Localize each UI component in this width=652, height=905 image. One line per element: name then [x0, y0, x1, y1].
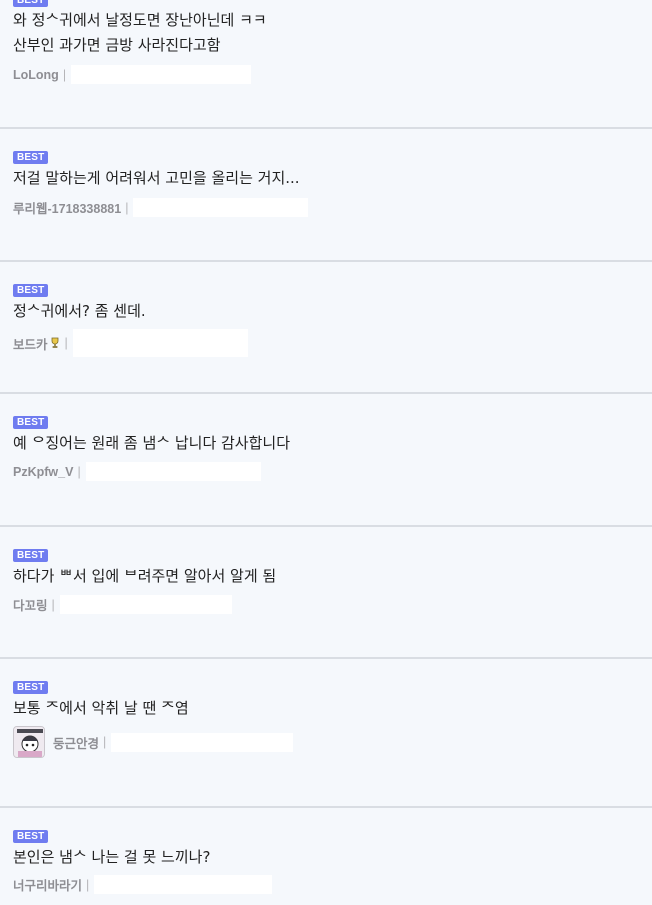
comment-meta: 둥근안경 |: [13, 726, 294, 758]
meta-separator: |: [86, 877, 90, 892]
comment-meta: 너구리바라기 |: [13, 875, 273, 894]
best-badge: BEST: [13, 681, 49, 694]
author-name[interactable]: 너구리바라기: [13, 875, 82, 894]
divider: [0, 806, 652, 808]
meta-separator: |: [77, 464, 81, 479]
comment-text: 와 정ᄉ귀에서 날정도면 장난아닌데 ㅋㅋ: [13, 11, 267, 29]
trophy-icon: [49, 337, 61, 349]
comment-text: 본인은 냄ᄉ 나는 걸 못 느끼나?: [13, 848, 211, 866]
comment-meta: 다꼬링 |: [13, 595, 232, 614]
comment-meta: 루리웹-1718338881 |: [13, 198, 309, 217]
redacted-area: [72, 329, 248, 357]
comment-text: 저걸 말하는게 어려워서 고민을 올리는 거지...: [13, 169, 300, 187]
redacted-area: [111, 732, 294, 752]
divider: [0, 392, 652, 394]
redacted-area: [85, 462, 261, 481]
comment-meta: 보드카 |: [13, 329, 248, 357]
redacted-area: [94, 875, 273, 894]
comment-text: 예 ᄋ징어는 원래 좀 냄ᄉ 납니다 감사합니다: [13, 434, 291, 452]
redacted-area: [133, 198, 309, 217]
divider: [0, 260, 652, 262]
divider: [0, 525, 652, 527]
meta-separator: |: [51, 597, 55, 612]
comment-text: 하다가 ᄈ서 입에 ᄇ려주면 알아서 알게 됨: [13, 567, 277, 585]
redacted-area: [59, 595, 232, 614]
author-name[interactable]: PzKpfw_V: [13, 465, 73, 479]
author-name[interactable]: 보드카: [13, 334, 48, 353]
comment-text: 정ᄉ귀에서? 좀 센데.: [13, 302, 146, 320]
best-badge: BEST: [13, 0, 49, 7]
author-name[interactable]: 둥근안경: [53, 733, 99, 752]
meta-separator: |: [64, 336, 68, 350]
divider: [0, 127, 652, 129]
best-badge: BEST: [13, 151, 49, 164]
comment-text: 보통 ᄌ에서 악취 날 땐 ᄌ염: [13, 699, 189, 717]
best-badge: BEST: [13, 416, 49, 429]
best-badge: BEST: [13, 284, 49, 297]
meta-separator: |: [103, 735, 107, 749]
meta-separator: |: [62, 67, 67, 82]
best-badge: BEST: [13, 549, 49, 562]
comment-text: 산부인 과가면 금방 사라진다고함: [13, 36, 221, 54]
avatar[interactable]: [13, 726, 45, 758]
author-name[interactable]: 루리웹-1718338881: [13, 198, 121, 217]
redacted-area: [71, 65, 252, 84]
meta-separator: |: [125, 200, 129, 215]
author-name[interactable]: LoLong: [13, 68, 59, 82]
comment-list: BEST 와 정ᄉ귀에서 날정도면 장난아닌데 ㅋㅋ 산부인 과가면 금방 사라…: [0, 0, 652, 905]
comment-meta: LoLong |: [13, 65, 252, 84]
best-badge: BEST: [13, 830, 49, 843]
author-name[interactable]: 다꼬링: [13, 595, 48, 614]
divider: [0, 657, 652, 659]
comment-meta: PzKpfw_V |: [13, 462, 261, 481]
